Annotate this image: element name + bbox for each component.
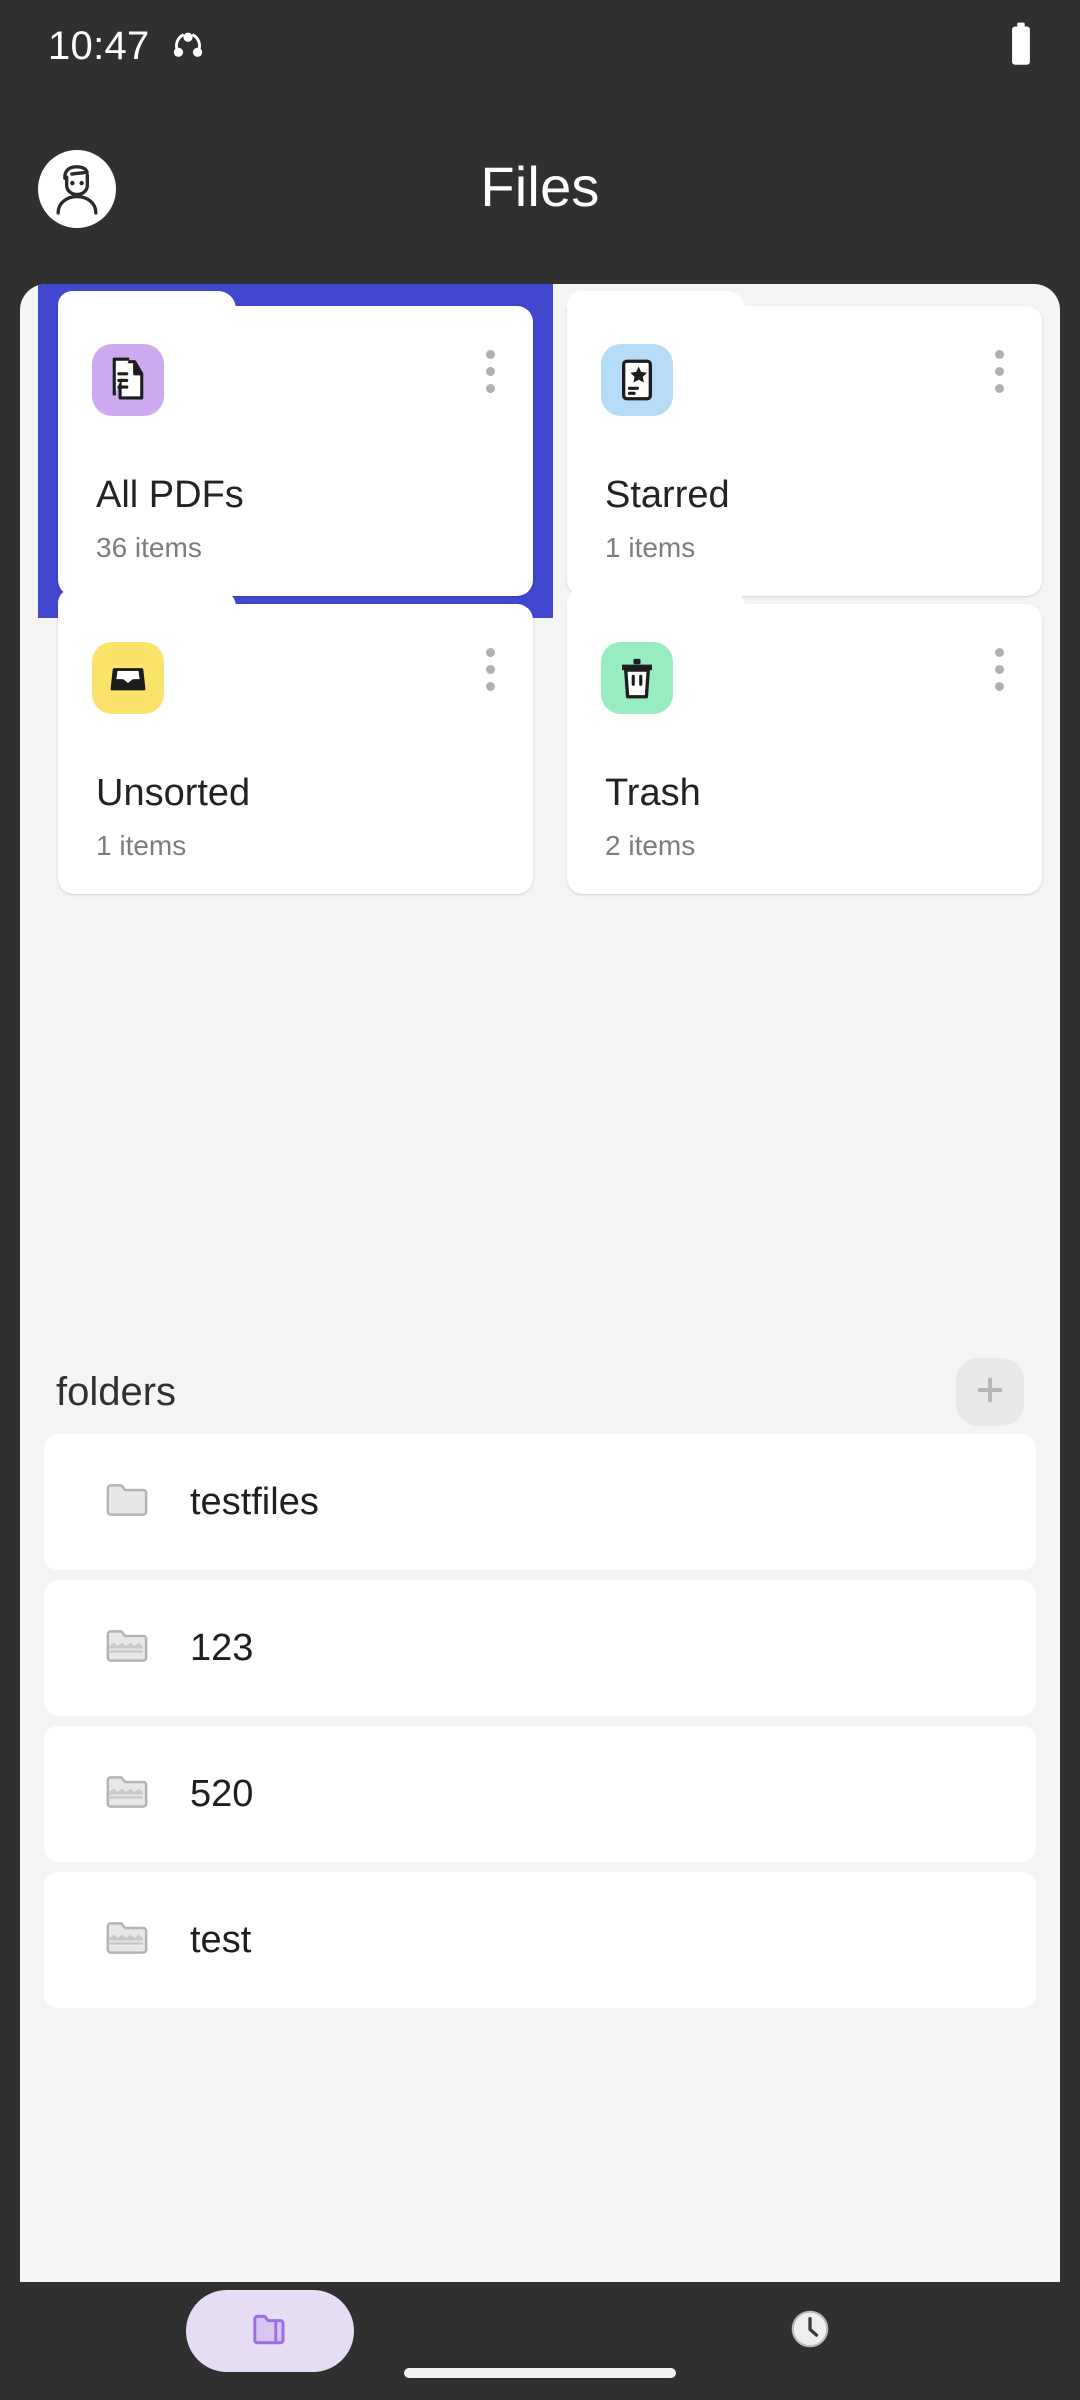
gesture-home-indicator[interactable] (404, 2368, 676, 2378)
folder-name: test (190, 1919, 252, 1961)
page-title: Files (480, 155, 600, 218)
trash-bin-icon (601, 642, 673, 714)
card-overflow-menu-icon[interactable] (485, 350, 495, 393)
filled-folder-icon (102, 1913, 152, 1968)
folder-list: testfiles 123 520 test (20, 1434, 1060, 2018)
folder-list-item-testfiles[interactable]: testfiles (44, 1434, 1036, 1570)
folder-list-item-123[interactable]: 123 (44, 1580, 1036, 1716)
folders-section-header: folders (20, 1344, 1060, 1440)
nav-tab-recent[interactable] (540, 2282, 1080, 2380)
shortcut-card-starred[interactable]: Starred 1 items (567, 291, 1042, 596)
card-title: Trash (605, 772, 701, 814)
content-sheet: All PDFs 36 items Starred 1 items Unsort… (20, 284, 1060, 2282)
clock-recent-icon (787, 2306, 833, 2357)
inbox-tray-icon (92, 642, 164, 714)
card-item-count: 1 items (96, 830, 187, 861)
empty-folder-icon (102, 1475, 152, 1530)
shortcut-card-all-pdfs[interactable]: All PDFs 36 items (38, 284, 553, 618)
shortcut-card-unsorted[interactable]: Unsorted 1 items (58, 589, 533, 894)
documents-stack-icon (92, 344, 164, 416)
plus-icon (972, 1372, 1008, 1413)
card-item-count: 36 items (96, 532, 202, 563)
card-item-count: 2 items (605, 830, 696, 861)
card-surface: Trash 2 items (567, 589, 1042, 894)
nav-tab-files[interactable] (0, 2282, 540, 2380)
bottom-navigation-bar (0, 2282, 1080, 2400)
card-title: Starred (605, 474, 730, 516)
nav-active-pill (186, 2290, 354, 2372)
status-bar-right (1008, 21, 1034, 72)
folders-section-label: folders (56, 1370, 177, 1414)
folder-name: 123 (190, 1627, 254, 1669)
app-bar: Files (0, 92, 1080, 284)
status-bar-left: 10:47 (48, 26, 206, 67)
folder-list-item-test[interactable]: test (44, 1872, 1036, 2008)
add-folder-button[interactable] (956, 1358, 1024, 1426)
starred-document-icon (601, 344, 673, 416)
share-sync-icon (170, 26, 206, 67)
status-time: 10:47 (48, 24, 150, 68)
card-overflow-menu-icon[interactable] (994, 648, 1004, 691)
shortcut-card-trash[interactable]: Trash 2 items (567, 589, 1042, 894)
card-title: All PDFs (96, 474, 244, 516)
filled-folder-icon (102, 1621, 152, 1676)
folder-list-item-520[interactable]: 520 (44, 1726, 1036, 1862)
filled-folder-icon (102, 1767, 152, 1822)
card-title: Unsorted (96, 772, 251, 814)
folder-name: testfiles (190, 1481, 319, 1523)
card-surface: All PDFs 36 items (58, 291, 533, 596)
phone-screen: 10:47 Files All PDFs 36 items Starred 1 … (0, 0, 1080, 2400)
card-item-count: 1 items (605, 532, 696, 563)
card-overflow-menu-icon[interactable] (994, 350, 1004, 393)
folder-name: 520 (190, 1773, 254, 1815)
card-overflow-menu-icon[interactable] (485, 648, 495, 691)
card-surface: Unsorted 1 items (58, 589, 533, 894)
battery-icon (1008, 21, 1034, 72)
status-bar: 10:47 (0, 0, 1080, 92)
card-surface: Starred 1 items (567, 291, 1042, 596)
folder-icon (246, 2305, 294, 2358)
